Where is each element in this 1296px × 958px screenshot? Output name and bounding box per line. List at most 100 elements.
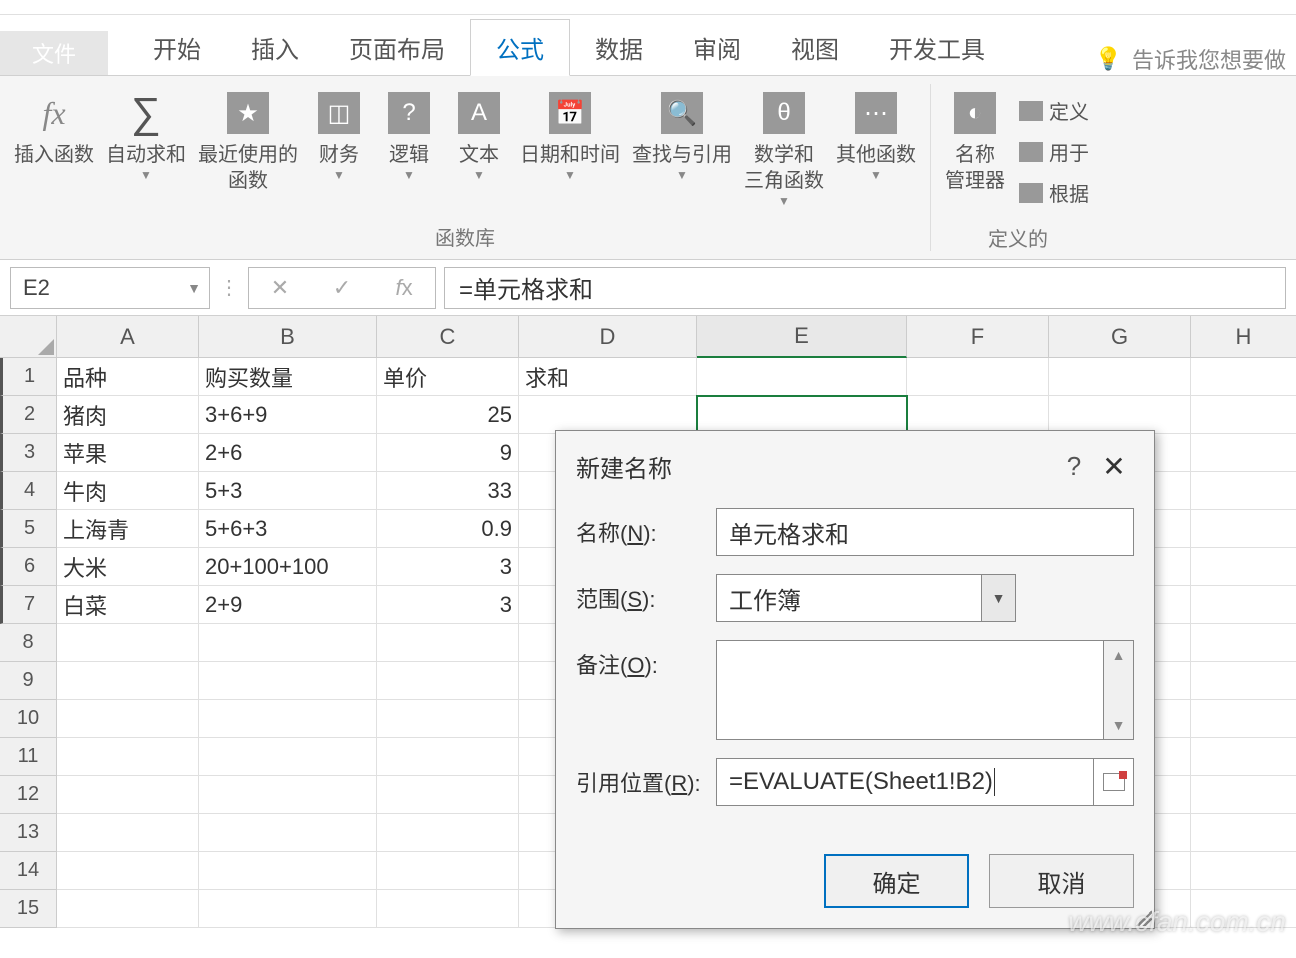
cell-H10[interactable]	[1191, 700, 1296, 738]
cell-C10[interactable]	[377, 700, 519, 738]
cell-H14[interactable]	[1191, 852, 1296, 890]
row-header-6[interactable]: 6	[0, 548, 56, 586]
cell-A11[interactable]	[57, 738, 199, 776]
cancel-formula-button[interactable]: ✕	[249, 268, 311, 308]
cell-H2[interactable]	[1191, 396, 1296, 434]
column-header-H[interactable]: H	[1191, 316, 1296, 358]
cell-H12[interactable]	[1191, 776, 1296, 814]
tab-review[interactable]: 审阅	[668, 20, 766, 75]
name-manager-button[interactable]: ◐ 名称 管理器	[939, 84, 1011, 219]
use-in-formula-button[interactable]: 用于	[1015, 133, 1093, 170]
cell-C5[interactable]: 0.9	[377, 510, 519, 548]
math-trig-button[interactable]: θ 数学和 三角函数▼	[738, 84, 830, 218]
lookup-ref-button[interactable]: 🔍 查找与引用▼	[626, 84, 738, 218]
dialog-close-button[interactable]: ✕	[1094, 450, 1134, 483]
cell-A14[interactable]	[57, 852, 199, 890]
cancel-button[interactable]: 取消	[989, 854, 1134, 908]
column-header-E[interactable]: E	[697, 316, 907, 358]
refers-to-input[interactable]: =EVALUATE(Sheet1!B2)	[716, 758, 1094, 806]
define-name-button[interactable]: 定义	[1015, 92, 1093, 129]
cell-A2[interactable]: 猪肉	[57, 396, 199, 434]
cell-B6[interactable]: 20+100+100	[199, 548, 377, 586]
row-header-10[interactable]: 10	[0, 700, 56, 738]
row-header-2[interactable]: 2	[0, 396, 56, 434]
cell-H13[interactable]	[1191, 814, 1296, 852]
cell-A9[interactable]	[57, 662, 199, 700]
cell-H6[interactable]	[1191, 548, 1296, 586]
cell-A5[interactable]: 上海青	[57, 510, 199, 548]
name-box[interactable]: E2 ▼	[10, 267, 210, 309]
cell-B9[interactable]	[199, 662, 377, 700]
comment-textarea[interactable]	[716, 640, 1104, 740]
row-header-13[interactable]: 13	[0, 814, 56, 852]
tab-page-layout[interactable]: 页面布局	[324, 20, 470, 75]
cell-D2[interactable]	[519, 396, 697, 434]
cell-A15[interactable]	[57, 890, 199, 928]
cell-F1[interactable]	[907, 358, 1049, 396]
column-header-B[interactable]: B	[199, 316, 377, 358]
cell-D1[interactable]: 求和	[519, 358, 697, 396]
cell-E2[interactable]	[697, 396, 907, 434]
tab-data[interactable]: 数据	[570, 20, 668, 75]
row-header-12[interactable]: 12	[0, 776, 56, 814]
cell-C1[interactable]: 单价	[377, 358, 519, 396]
cell-C8[interactable]	[377, 624, 519, 662]
cell-H3[interactable]	[1191, 434, 1296, 472]
autosum-button[interactable]: ∑ 自动求和▼	[100, 84, 192, 218]
tab-home[interactable]: 开始	[128, 20, 226, 75]
cell-H1[interactable]	[1191, 358, 1296, 396]
create-from-selection-button[interactable]: 根据	[1015, 174, 1093, 211]
dialog-help-button[interactable]: ?	[1054, 451, 1094, 482]
row-header-7[interactable]: 7	[0, 586, 56, 624]
scope-select[interactable]: 工作簿	[716, 574, 982, 622]
cell-B13[interactable]	[199, 814, 377, 852]
cell-C7[interactable]: 3	[377, 586, 519, 624]
tab-developer[interactable]: 开发工具	[864, 20, 1010, 75]
cell-A6[interactable]: 大米	[57, 548, 199, 586]
cell-C14[interactable]	[377, 852, 519, 890]
cell-A7[interactable]: 白菜	[57, 586, 199, 624]
more-functions-button[interactable]: ⋯ 其他函数▼	[830, 84, 922, 218]
insert-function-button[interactable]: fx 插入函数	[8, 84, 100, 218]
recently-used-button[interactable]: ★ 最近使用的 函数	[192, 84, 304, 218]
row-header-15[interactable]: 15	[0, 890, 56, 928]
tab-file[interactable]: 文件	[0, 31, 108, 75]
cell-H9[interactable]	[1191, 662, 1296, 700]
cell-B7[interactable]: 2+9	[199, 586, 377, 624]
cell-C11[interactable]	[377, 738, 519, 776]
text-button[interactable]: A 文本▼	[444, 84, 514, 218]
cell-A8[interactable]	[57, 624, 199, 662]
dialog-titlebar[interactable]: 新建名称 ? ✕	[556, 431, 1154, 498]
cell-G2[interactable]	[1049, 396, 1191, 434]
collapse-dialog-button[interactable]	[1094, 758, 1134, 806]
row-header-14[interactable]: 14	[0, 852, 56, 890]
cell-C13[interactable]	[377, 814, 519, 852]
logical-button[interactable]: ? 逻辑▼	[374, 84, 444, 218]
row-header-8[interactable]: 8	[0, 624, 56, 662]
cell-B8[interactable]	[199, 624, 377, 662]
cell-A1[interactable]: 品种	[57, 358, 199, 396]
column-header-C[interactable]: C	[377, 316, 519, 358]
cell-B11[interactable]	[199, 738, 377, 776]
fx-button[interactable]: fx	[373, 268, 435, 308]
row-header-1[interactable]: 1	[0, 358, 56, 396]
cell-A4[interactable]: 牛肉	[57, 472, 199, 510]
cell-C3[interactable]: 9	[377, 434, 519, 472]
cell-B15[interactable]	[199, 890, 377, 928]
cell-A3[interactable]: 苹果	[57, 434, 199, 472]
cell-H8[interactable]	[1191, 624, 1296, 662]
cell-A10[interactable]	[57, 700, 199, 738]
cell-B4[interactable]: 5+3	[199, 472, 377, 510]
row-header-9[interactable]: 9	[0, 662, 56, 700]
cell-G1[interactable]	[1049, 358, 1191, 396]
cell-A12[interactable]	[57, 776, 199, 814]
name-input[interactable]	[716, 508, 1134, 556]
cell-F2[interactable]	[907, 396, 1049, 434]
cell-B3[interactable]: 2+6	[199, 434, 377, 472]
row-header-3[interactable]: 3	[0, 434, 56, 472]
cell-H11[interactable]	[1191, 738, 1296, 776]
tell-me-search[interactable]: 💡 告诉我您想要做	[1095, 43, 1286, 75]
select-all-corner[interactable]	[0, 316, 56, 358]
tab-insert[interactable]: 插入	[226, 20, 324, 75]
cell-C2[interactable]: 25	[377, 396, 519, 434]
